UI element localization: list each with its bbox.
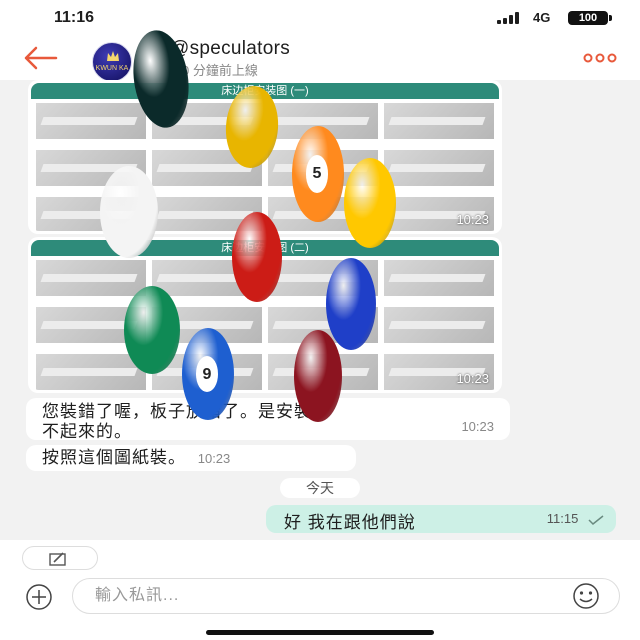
thumbnail-grid bbox=[31, 256, 499, 390]
sticker-tab-button[interactable] bbox=[22, 546, 98, 570]
step-thumbnail bbox=[152, 307, 262, 343]
battery-tip bbox=[609, 15, 612, 21]
step-thumbnail bbox=[384, 260, 494, 296]
step-thumbnail bbox=[36, 354, 146, 390]
more-dots-icon bbox=[583, 53, 617, 63]
message-text-line: 不起來的。 10:23 bbox=[42, 419, 494, 441]
plus-icon bbox=[26, 584, 52, 610]
step-thumbnail bbox=[384, 150, 494, 186]
add-attachment-button[interactable] bbox=[22, 582, 56, 616]
step-thumbnail bbox=[152, 354, 262, 390]
more-options-button[interactable] bbox=[580, 48, 620, 68]
message-input[interactable] bbox=[72, 578, 620, 614]
step-thumbnail bbox=[36, 260, 146, 296]
outgoing-message[interactable]: 好 我在跟他們說 11:15 bbox=[266, 505, 616, 533]
message-text: 好 我在跟他們說 bbox=[284, 513, 416, 532]
message-time: 10:23 bbox=[456, 212, 489, 227]
assembly-diagram-image[interactable]: 床边柜安装图 (一) 10:23 bbox=[31, 83, 499, 231]
back-button[interactable] bbox=[20, 40, 60, 76]
step-thumbnail bbox=[268, 197, 378, 231]
back-arrow-icon bbox=[24, 46, 58, 70]
step-thumbnail bbox=[36, 150, 146, 186]
step-thumbnail bbox=[268, 150, 378, 186]
step-thumbnail bbox=[152, 103, 262, 139]
status-time: 11:16 bbox=[54, 9, 95, 26]
message-text: 按照這個圖紙裝。 bbox=[42, 448, 186, 467]
image-message-1[interactable]: 床边柜安装图 (一) 10:23 bbox=[28, 80, 502, 234]
chat-header: KWUN KA @speculators 0 分鐘前上線 bbox=[0, 36, 640, 82]
chat-area[interactable]: 床边柜安装图 (一) 10:23 床边柜安装图 (二) 10:23 您裝錯了喔，… bbox=[0, 80, 640, 540]
step-thumbnail bbox=[36, 197, 146, 231]
thumbnail-grid bbox=[31, 99, 499, 231]
text-message-2[interactable]: 按照這個圖紙裝。 10:23 bbox=[26, 445, 356, 471]
image-title: 床边柜安装图 (一) bbox=[31, 83, 499, 99]
status-bar: 11:16 4G 100 bbox=[0, 0, 640, 36]
step-thumbnail bbox=[384, 103, 494, 139]
home-indicator bbox=[206, 630, 434, 635]
step-thumbnail bbox=[36, 103, 146, 139]
message-time: 11:15 bbox=[546, 511, 579, 526]
crown-logo-icon bbox=[107, 51, 119, 61]
step-thumbnail bbox=[384, 307, 494, 343]
step-thumbnail bbox=[268, 354, 378, 390]
contact-name[interactable]: @speculators bbox=[170, 38, 290, 60]
message-time: 10:23 bbox=[197, 451, 231, 466]
battery-icon: 100 bbox=[568, 11, 608, 25]
message-time: 10:23 bbox=[456, 371, 489, 386]
read-check-icon bbox=[588, 514, 604, 525]
emoji-button[interactable] bbox=[566, 582, 606, 610]
step-thumbnail bbox=[152, 197, 262, 231]
edit-sticker-icon bbox=[49, 552, 66, 566]
network-type: 4G bbox=[533, 10, 551, 25]
step-thumbnail bbox=[268, 260, 378, 296]
last-seen-status: 0 分鐘前上線 bbox=[182, 63, 258, 78]
avatar-text: KWUN KA bbox=[95, 65, 129, 72]
step-thumbnail bbox=[268, 103, 378, 139]
step-thumbnail bbox=[152, 150, 262, 186]
step-thumbnail bbox=[36, 307, 146, 343]
signal-icon bbox=[497, 12, 521, 24]
message-meta: 11:15 bbox=[547, 511, 604, 526]
step-thumbnail bbox=[152, 260, 262, 296]
text-message-1[interactable]: 您裝錯了喔，板子放錯了。是安裝 不起來的。 10:23 bbox=[26, 398, 510, 441]
message-text-line: 您裝錯了喔，板子放錯了。是安裝 bbox=[42, 402, 312, 421]
assembly-diagram-image[interactable]: 床边柜安装图 (二) 10:23 bbox=[31, 240, 499, 390]
composer-bar bbox=[0, 540, 640, 640]
step-thumbnail bbox=[268, 307, 378, 343]
avatar[interactable]: KWUN KA bbox=[92, 42, 132, 82]
image-title: 床边柜安装图 (二) bbox=[31, 240, 499, 256]
image-message-2[interactable]: 床边柜安装图 (二) 10:23 bbox=[28, 237, 502, 393]
smiley-icon bbox=[573, 583, 599, 609]
date-divider: 今天 bbox=[280, 478, 360, 498]
message-time: 10:23 bbox=[461, 419, 494, 434]
